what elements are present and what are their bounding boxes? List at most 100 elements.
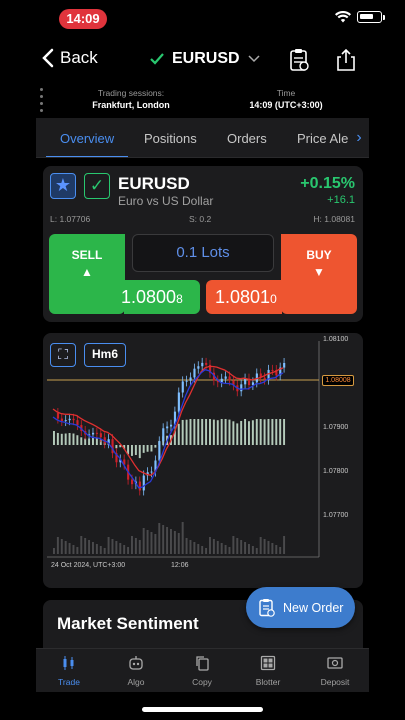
volume-bar bbox=[92, 542, 94, 554]
histogram-bar bbox=[248, 421, 250, 445]
buy-label: BUY bbox=[306, 248, 332, 262]
candle-body bbox=[283, 362, 286, 368]
buy-price[interactable]: 1.08010 bbox=[215, 287, 277, 308]
candle-body bbox=[56, 413, 60, 419]
new-order-label: New Order bbox=[283, 600, 344, 615]
volume-bar bbox=[279, 547, 282, 554]
tab-deposit[interactable]: Deposit bbox=[310, 655, 360, 687]
volume-bar bbox=[267, 541, 270, 554]
star-icon[interactable]: ★ bbox=[50, 173, 76, 199]
buy-button[interactable]: BUY ▼ bbox=[281, 234, 357, 314]
tab-orders[interactable]: Orders bbox=[227, 131, 267, 146]
volume-bar bbox=[185, 538, 188, 554]
histogram-bar bbox=[189, 419, 192, 445]
histogram-bar bbox=[150, 445, 153, 452]
tab-algo[interactable]: Algo bbox=[111, 655, 161, 687]
volume-bar bbox=[150, 532, 153, 554]
volume-bar bbox=[228, 547, 231, 554]
back-button[interactable]: Back bbox=[42, 48, 98, 68]
symbol-description: Euro vs US Dollar bbox=[118, 194, 214, 208]
candle-body bbox=[201, 362, 204, 367]
clipboard-icon[interactable] bbox=[288, 48, 310, 72]
candle-body bbox=[193, 368, 196, 378]
current-price-tag: 1.08008 bbox=[322, 375, 354, 386]
histogram-bar bbox=[95, 438, 98, 445]
histogram-bar bbox=[279, 419, 282, 445]
tab-copy-label: Copy bbox=[192, 677, 212, 687]
share-icon[interactable] bbox=[335, 48, 357, 72]
candle-body bbox=[220, 378, 223, 383]
candle-body bbox=[99, 433, 102, 438]
volume-bar bbox=[197, 544, 200, 554]
sell-price-main: 1.0800 bbox=[121, 287, 177, 307]
tab-positions[interactable]: Positions bbox=[144, 131, 197, 146]
market-sentiment-title: Market Sentiment bbox=[57, 614, 199, 633]
price-chart[interactable] bbox=[43, 333, 363, 588]
volume-bar bbox=[123, 545, 126, 554]
sell-price[interactable]: 1.08008 bbox=[121, 287, 183, 308]
new-order-button[interactable]: New Order bbox=[246, 587, 355, 628]
tab-blotter-label: Blotter bbox=[255, 677, 281, 687]
trading-sessions: Trading sessions: Frankfurt, London bbox=[76, 88, 186, 110]
histogram-bar bbox=[80, 437, 83, 445]
buy-price-pip: 0 bbox=[270, 292, 277, 306]
volume-bar bbox=[166, 527, 169, 554]
volume-bar bbox=[263, 539, 266, 554]
histogram-bar bbox=[185, 419, 188, 445]
volume-bar bbox=[131, 536, 133, 554]
change-points: +16.1 bbox=[327, 194, 355, 206]
histogram-bar bbox=[224, 419, 227, 445]
histogram-bar bbox=[76, 435, 79, 445]
tab-trade-label: Trade bbox=[58, 677, 80, 687]
timeframe-button[interactable]: Hm6 bbox=[84, 343, 126, 367]
tab-blotter[interactable]: Blotter bbox=[243, 655, 293, 687]
histogram-bar bbox=[193, 419, 196, 445]
candle-body bbox=[150, 471, 153, 473]
candle-body bbox=[240, 384, 243, 392]
wifi-icon bbox=[335, 11, 351, 23]
volume-bar bbox=[84, 538, 87, 554]
symbol-selector[interactable]: EURUSD bbox=[150, 50, 260, 68]
volume-bar bbox=[72, 545, 75, 554]
histogram-bar bbox=[228, 419, 231, 445]
checkbox-icon[interactable]: ✓ bbox=[84, 173, 110, 199]
histogram-bar bbox=[205, 419, 208, 445]
low-price: L: 1.07706 bbox=[50, 214, 91, 224]
y-tick-label: 1.07700 bbox=[323, 512, 349, 519]
histogram-bar bbox=[56, 432, 59, 445]
histogram-bar bbox=[259, 419, 262, 445]
sell-button[interactable]: SELL ▲ bbox=[49, 234, 125, 314]
candle-body bbox=[92, 432, 95, 435]
fullscreen-icon[interactable]: ⛶ bbox=[50, 343, 76, 367]
histogram-bar bbox=[267, 419, 270, 445]
tab-price-alerts[interactable]: Price Ale bbox=[297, 131, 348, 146]
histogram-bar bbox=[212, 419, 215, 445]
candle-body bbox=[68, 418, 71, 421]
volume-bar bbox=[251, 546, 254, 554]
candle-body bbox=[138, 481, 141, 491]
volume-bar bbox=[80, 536, 83, 554]
volume-bar bbox=[95, 544, 98, 554]
money-icon bbox=[327, 657, 343, 669]
drag-handle-icon[interactable] bbox=[40, 88, 44, 112]
grid-icon bbox=[260, 655, 276, 671]
volume-bar bbox=[232, 536, 235, 554]
battery-tip bbox=[383, 14, 385, 20]
chevron-right-icon[interactable]: › bbox=[349, 118, 369, 157]
tab-trade[interactable]: Trade bbox=[44, 655, 94, 687]
sell-label: SELL bbox=[71, 248, 103, 262]
histogram-bar bbox=[115, 445, 118, 449]
tab-overview[interactable]: Overview bbox=[60, 131, 114, 146]
back-label: Back bbox=[60, 48, 98, 67]
high-price: H: 1.08081 bbox=[313, 214, 355, 224]
candle-body bbox=[271, 369, 274, 371]
candle-body bbox=[166, 426, 169, 429]
volume-bar bbox=[255, 548, 258, 554]
volume-bar bbox=[115, 541, 118, 554]
candle-body bbox=[158, 441, 161, 461]
lots-input[interactable]: 0.1 Lots bbox=[132, 234, 274, 272]
tab-copy[interactable]: Copy bbox=[177, 655, 227, 687]
volume-bar bbox=[53, 548, 55, 554]
histogram-bar bbox=[271, 419, 274, 445]
histogram-bar bbox=[232, 421, 235, 445]
